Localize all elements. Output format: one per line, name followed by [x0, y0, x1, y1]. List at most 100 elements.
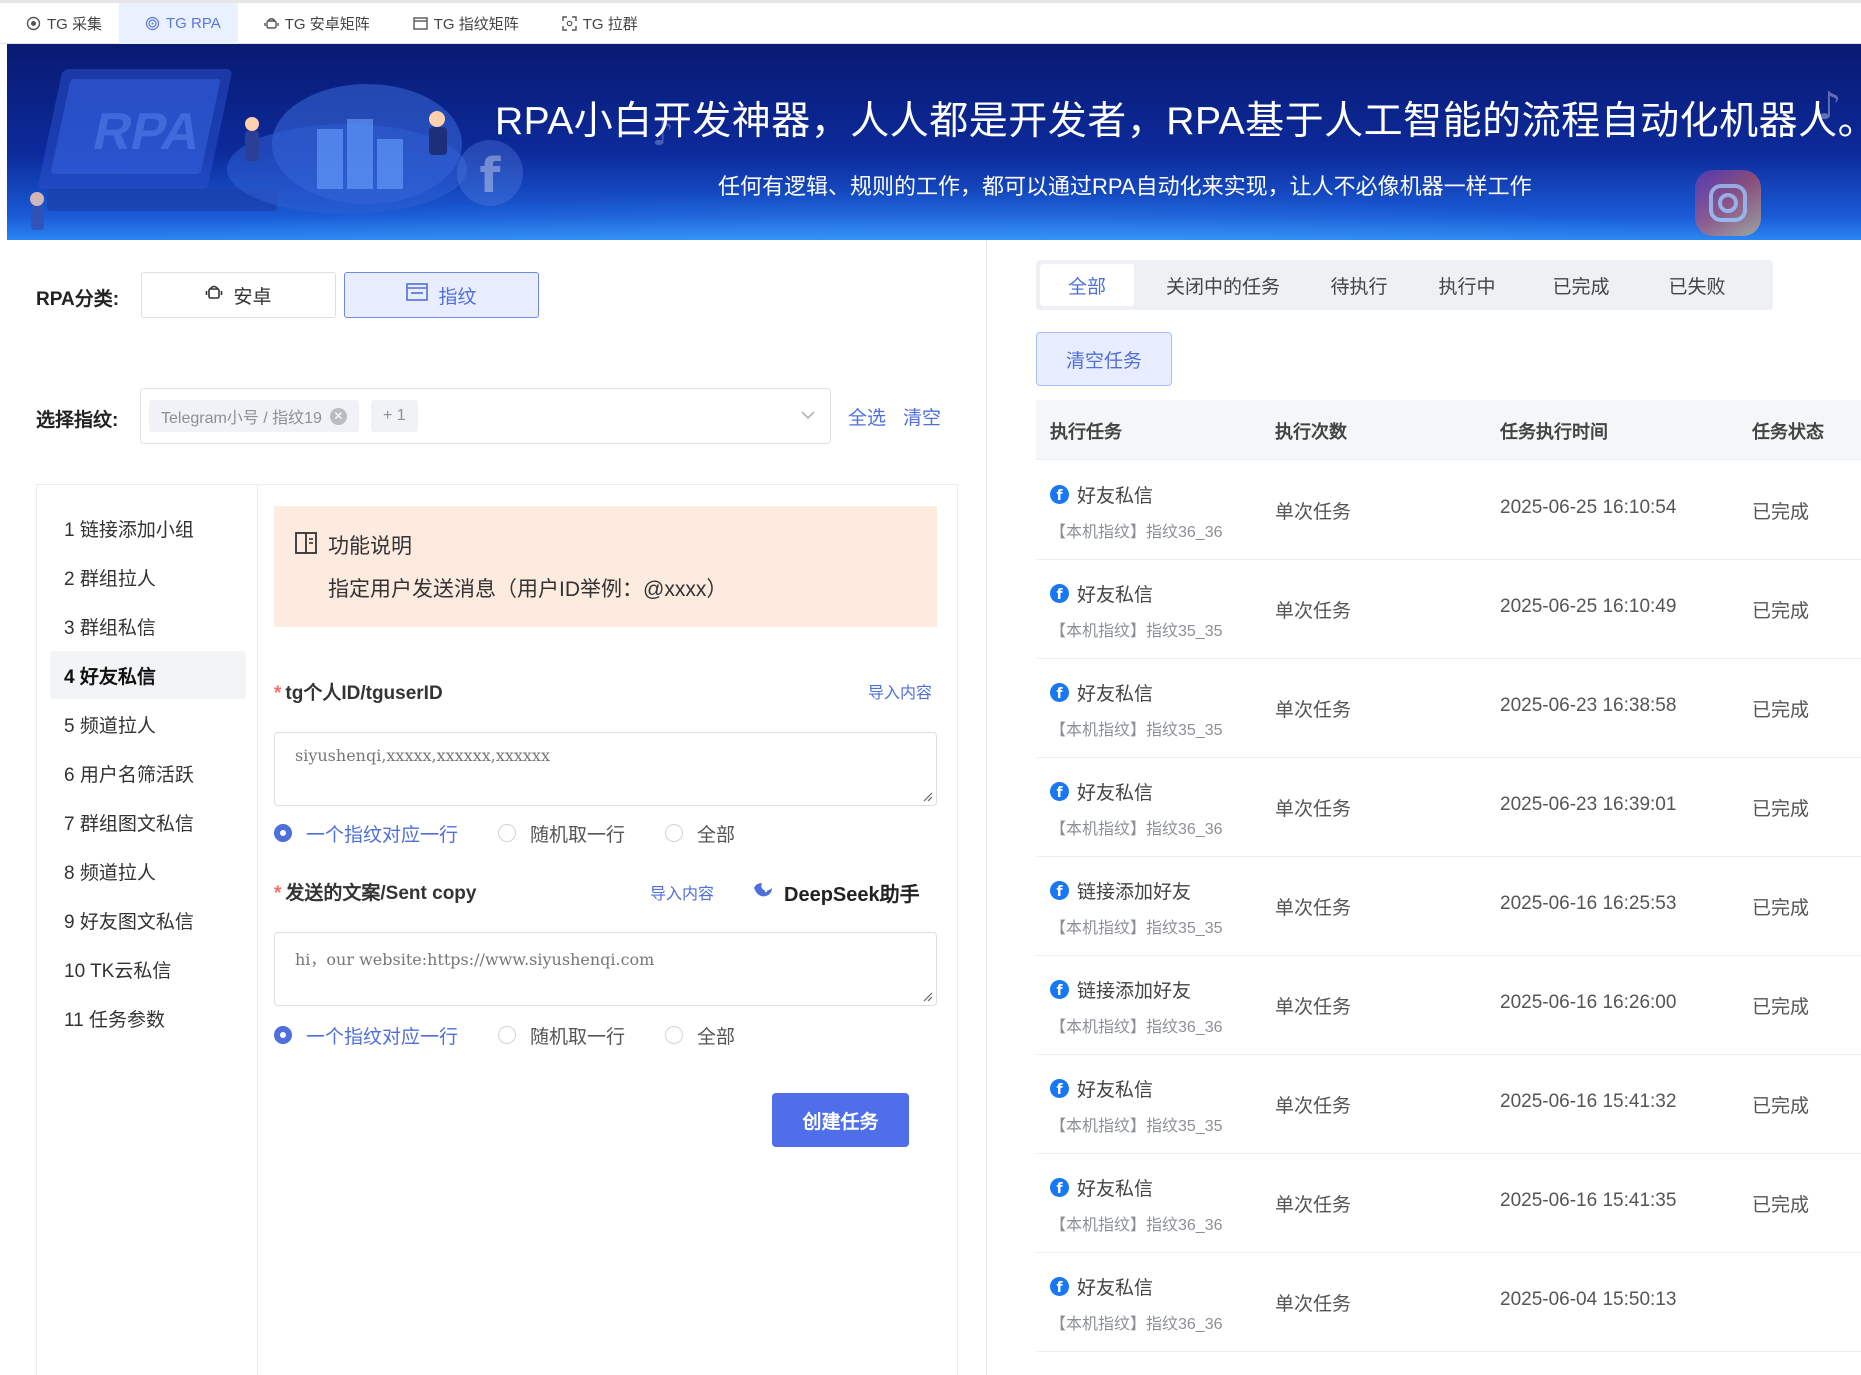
table-row[interactable]: f 链接添加好友 【本机指纹】指纹35_35 单次任务 2025-06-16 16:25… — [1036, 857, 1861, 956]
create-task-button[interactable]: 创建任务 — [772, 1093, 909, 1147]
category-android-button[interactable]: 安卓 — [141, 272, 336, 318]
top-tab-android-matrix[interactable]: TG 安卓矩阵 — [238, 3, 387, 44]
task-name: f 好友私信 — [1050, 778, 1153, 805]
status-filter-tabs: 全部 关闭中的任务 待执行 执行中 已完成 已失败 — [1036, 260, 1773, 310]
table-row[interactable]: f 好友私信 【本机指纹】指纹36_36 单次任务 2025-06-25 16:10:5… — [1036, 461, 1861, 560]
task-name: f 链接添加好友 — [1050, 877, 1191, 904]
radio-one-per-fingerprint[interactable]: 一个指纹对应一行 — [274, 1022, 458, 1049]
task-name-label: 链接添加好友 — [1077, 981, 1192, 1002]
tab-all[interactable]: 全部 — [1040, 264, 1134, 306]
copy-textarea[interactable]: hi，our website:https://www.siyushenqi.co… — [274, 932, 937, 1006]
table-row[interactable]: f 好友私信 【本机指纹】指纹36_36 单次任务 2025-06-23 16:39:0… — [1036, 758, 1861, 857]
task-status: 已完成 — [1752, 1096, 1810, 1117]
fingerprint-icon — [145, 16, 160, 31]
task-status: 已完成 — [1752, 502, 1810, 523]
import-copy-link[interactable]: 导入内容 — [650, 880, 714, 904]
top-tab-bar: TG 采集 TG RPA TG 安卓矩阵 TG 指纹矩阵 TG 拉群 — [0, 0, 1861, 44]
radio-random-line[interactable]: 随机取一行 — [498, 1022, 625, 1049]
task-device: 【本机指纹】指纹36_36 — [1050, 1316, 1223, 1333]
task-count: 单次任务 — [1275, 898, 1352, 919]
facebook-icon: f — [1050, 782, 1069, 801]
top-tab-rpa[interactable]: TG RPA — [119, 3, 238, 44]
table-row[interactable]: f 好友私信 【本机指纹】指纹36_36 单次任务 2025-06-16 15:41:3… — [1036, 1154, 1861, 1253]
banner-title: RPA小白开发神器，人人都是开发者，RPA基于人工智能的流程自动化机器人。 — [495, 100, 1861, 143]
task-name: f 好友私信 — [1050, 1174, 1153, 1201]
tab-pending[interactable]: 待执行 — [1312, 264, 1406, 306]
category-fingerprint-button[interactable]: 指纹 — [344, 272, 539, 318]
table-row[interactable]: f 链接添加好友 【本机指纹】指纹36_36 单次任务 2025-06-16 16:26… — [1036, 956, 1861, 1055]
menu-item[interactable]: 3 群组私信 — [50, 602, 246, 650]
fingerprint-select[interactable]: Telegram小号 / 指纹19 ✕ + 1 — [140, 388, 831, 444]
menu-item[interactable]: 6 用户名筛活跃 — [50, 749, 246, 797]
clear-tasks-button[interactable]: 清空任务 — [1036, 332, 1172, 386]
chevron-down-icon — [801, 411, 815, 420]
column-header: 任务执行时间 — [1500, 422, 1608, 442]
radio-all[interactable]: 全部 — [665, 820, 735, 847]
clear-selection-link[interactable]: 清空 — [903, 403, 941, 430]
instagram-logo-decoration — [1695, 170, 1761, 236]
task-name-label: 好友私信 — [1077, 684, 1154, 705]
remove-tag-icon[interactable]: ✕ — [329, 407, 347, 425]
radio-all[interactable]: 全部 — [665, 1022, 735, 1049]
top-tab-label: TG 拉群 — [582, 16, 638, 33]
top-tab-pull-group[interactable]: TG 拉群 — [536, 3, 655, 44]
radio-random-line[interactable]: 随机取一行 — [498, 820, 625, 847]
menu-item-active[interactable]: 4 好友私信 — [50, 651, 246, 699]
task-table-header: 执行任务 执行次数 任务执行时间 任务状态 — [1036, 400, 1861, 460]
menu-item[interactable]: 10 TK云私信 — [50, 945, 246, 993]
menu-item[interactable]: 5 频道拉人 — [50, 700, 246, 748]
task-status: 已完成 — [1752, 997, 1810, 1018]
category-label: 指纹 — [438, 286, 477, 308]
top-tab-collect[interactable]: TG 采集 — [0, 3, 119, 44]
task-device: 【本机指纹】指纹35_35 — [1050, 623, 1223, 640]
task-status: 已完成 — [1752, 799, 1810, 820]
menu-item[interactable]: 7 群组图文私信 — [50, 798, 246, 846]
task-count: 单次任务 — [1275, 502, 1352, 523]
task-time: 2025-06-23 16:38:58 — [1500, 695, 1677, 716]
facebook-icon: f — [1050, 1277, 1069, 1296]
table-row[interactable]: f 好友私信 【本机指纹】指纹35_35 单次任务 2025-06-16 15:41:3… — [1036, 1055, 1861, 1154]
menu-item[interactable]: 2 群组拉人 — [50, 553, 246, 601]
task-name: f 好友私信 — [1050, 1075, 1153, 1102]
tab-closing[interactable]: 关闭中的任务 — [1148, 264, 1298, 306]
top-tab-label: TG 安卓矩阵 — [284, 16, 370, 33]
facebook-icon: f — [1050, 584, 1069, 603]
radio-one-per-fingerprint[interactable]: 一个指纹对应一行 — [274, 820, 458, 847]
tab-failed[interactable]: 已失败 — [1650, 264, 1744, 306]
resize-grip-icon[interactable] — [921, 790, 933, 802]
task-time: 2025-06-16 15:41:35 — [1500, 1190, 1677, 1211]
userid-textarea[interactable]: siyushenqi,xxxxx,xxxxxx,xxxxxx — [274, 732, 937, 806]
svg-text:RPA: RPA — [88, 103, 206, 161]
task-time: 2025-06-16 15:41:32 — [1500, 1091, 1677, 1112]
table-row[interactable]: f 好友私信 【本机指纹】指纹35_35 单次任务 2025-06-25 16:10:4… — [1036, 560, 1861, 659]
facebook-icon: f — [1050, 485, 1069, 504]
facebook-logo-decoration: f — [457, 140, 523, 206]
deepseek-assistant-button[interactable]: DeepSeek助手 — [752, 878, 920, 907]
task-name: f 好友私信 — [1050, 1273, 1153, 1300]
task-status: 已完成 — [1752, 898, 1810, 919]
top-tab-label: TG 采集 — [47, 16, 102, 33]
userid-mode-radios: 一个指纹对应一行 随机取一行 全部 — [274, 818, 735, 848]
tag-label: Telegram小号 / 指纹19 — [161, 410, 322, 427]
copy-value: hi，our website:https://www.siyushenqi.co… — [295, 950, 655, 969]
menu-item[interactable]: 9 好友图文私信 — [50, 896, 246, 944]
top-tab-fingerprint-matrix[interactable]: TG 指纹矩阵 — [387, 3, 536, 44]
menu-item[interactable]: 11 任务参数 — [50, 994, 246, 1042]
task-name-label: 好友私信 — [1077, 486, 1154, 507]
table-row[interactable]: f 好友私信 【本机指纹】指纹36_36 单次任务 2025-06-04 15:50:1… — [1036, 1253, 1861, 1352]
task-count: 单次任务 — [1275, 997, 1352, 1018]
menu-item[interactable]: 1 链接添加小组 — [50, 504, 246, 552]
task-name: f 好友私信 — [1050, 580, 1153, 607]
menu-item[interactable]: 8 频道拉人 — [50, 847, 246, 895]
top-tab-label: TG 指纹矩阵 — [433, 16, 519, 33]
column-header: 执行任务 — [1050, 422, 1122, 442]
tab-running[interactable]: 执行中 — [1420, 264, 1514, 306]
task-status: 已完成 — [1752, 1195, 1810, 1216]
task-device: 【本机指纹】指纹36_36 — [1050, 1217, 1223, 1234]
resize-grip-icon[interactable] — [921, 990, 933, 1002]
import-userid-link[interactable]: 导入内容 — [868, 679, 932, 703]
userid-field-label: * tg个人ID/tguserID — [274, 683, 443, 704]
select-all-link[interactable]: 全选 — [848, 403, 886, 430]
table-row[interactable]: f 好友私信 【本机指纹】指纹35_35 单次任务 2025-06-23 16:38:5… — [1036, 659, 1861, 758]
tab-completed[interactable]: 已完成 — [1534, 264, 1628, 306]
